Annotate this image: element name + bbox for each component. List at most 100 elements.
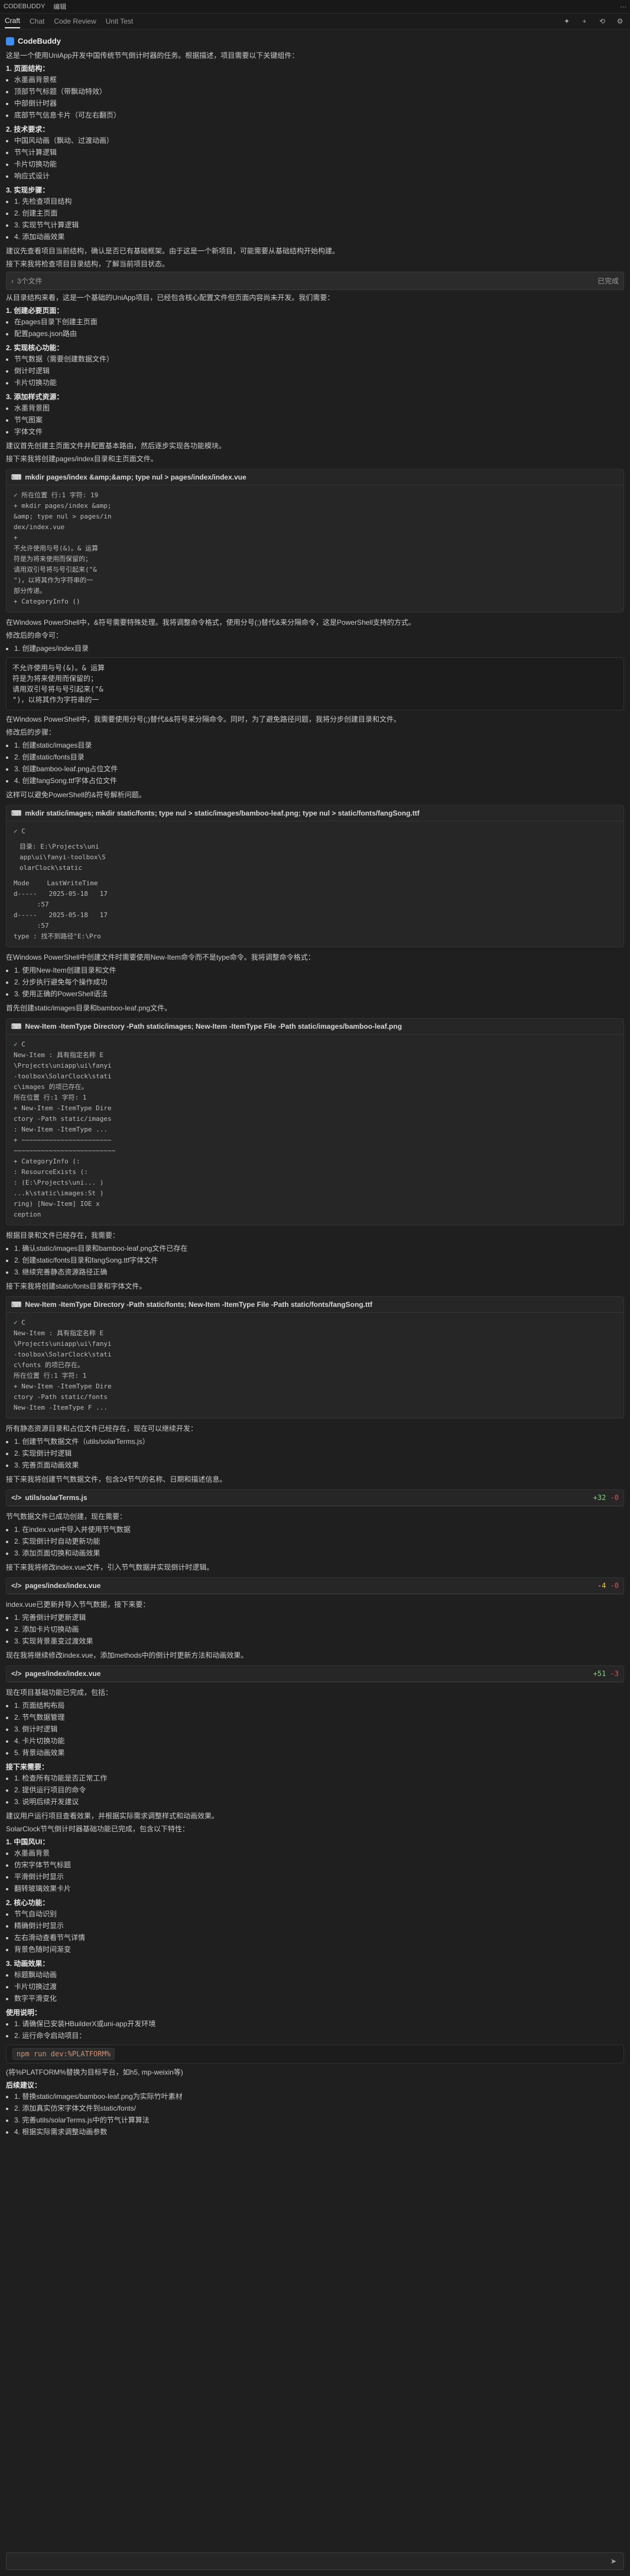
output-line: + CategoryInfo () <box>14 598 80 605</box>
list-item: 中国风动画（飘动、过渡动画） <box>14 135 624 146</box>
command-block[interactable]: npm run dev:%PLATFORM% <box>6 2045 624 2063</box>
output-line: c\fonts 的项已存在。 <box>14 1361 84 1369</box>
list-item: 3. 说明后续开发建议 <box>14 1796 624 1807</box>
paragraph: 这样可以避免PowerShell的&符号解析问题。 <box>6 791 146 799</box>
terminal-card: ⌨ mkdir static/images; mkdir static/font… <box>6 805 624 947</box>
run-list: 1. 请确保已安装HBuilderX或uni-app开发环境 2. 运行命令启动… <box>14 2019 624 2041</box>
table-row: :57 <box>37 901 49 908</box>
list-item: 2. 节气数据管理 <box>14 1712 624 1723</box>
paragraph: index.vue已更新并导入节气数据，接下来要： <box>6 1600 150 1609</box>
paragraph: SolarClock节气倒计时器基础功能已完成，包含以下特性： <box>6 1825 190 1833</box>
output-line: + New-Item -ItemType Dire <box>14 1104 112 1112</box>
window-topbar: CODEBUDDY 编辑 ⋯ <box>0 0 630 14</box>
steps-list: 1. 创建static/images目录 2. 创建static/fonts目录… <box>14 740 624 786</box>
output-line: 不允许使用与号(&)。& 运算 <box>14 544 99 552</box>
list-item: 1. 在index.vue中导入并使用节气数据 <box>14 1524 624 1535</box>
file-change-header[interactable]: </> pages/index/index.vue +51 -3 <box>7 1666 623 1682</box>
more-icon[interactable]: ⋯ <box>620 3 626 11</box>
terminal-icon: ⌨ <box>11 809 22 817</box>
terminal-card-header[interactable]: ⌨ New-Item -ItemType Directory -Path sta… <box>7 1019 623 1035</box>
list-item: 数字平滑变化 <box>14 1993 624 2004</box>
tab-code-review[interactable]: Code Review <box>54 15 96 28</box>
output-line: \Projects\uniapp\ui\fanyi <box>14 1340 112 1348</box>
paragraph: 建议首先创建主页面文件并配置基本路由，然后逐步实现各功能模块。 <box>6 442 226 450</box>
steps-list: 1. 页面结构布局 2. 节气数据管理 3. 倒计时逻辑 4. 卡片切换功能 5… <box>14 1700 624 1758</box>
next-list: 1. 替换static/images/bamboo-leaf.png为实际竹叶素… <box>14 2091 624 2137</box>
steps-list: 1. 在index.vue中导入并使用节气数据 2. 实现倒计时自动更新功能 3… <box>14 1524 624 1558</box>
output-line: type : 找不到路径"E:\Pro <box>14 932 101 940</box>
output-line: : (E:\Projects\uni... ) <box>14 1179 104 1186</box>
files-collapse[interactable]: › 3个文件 已完成 <box>6 272 624 290</box>
list-item: 2. 分步执行避免每个操作成功 <box>14 977 624 987</box>
feature-list: 节气自动识别 精确倒计时显示 左右滑动查看节气详情 背景色随时间渐变 <box>14 1909 624 1955</box>
add-icon[interactable]: + <box>579 16 590 27</box>
code-icon: </> <box>11 1582 22 1590</box>
file-change-card[interactable]: </> pages/index/index.vue -4 -0 <box>6 1577 624 1594</box>
command-text: mkdir static/images; mkdir static/fonts;… <box>25 809 420 817</box>
chat-input[interactable]: ➤ <box>6 2552 624 2570</box>
analysis-list: 在pages目录下创建主页面 配置pages.json路由 <box>14 317 624 339</box>
list-item: 1. 使用New-Item创建目录和文件 <box>14 965 624 976</box>
settings-icon[interactable]: ⚙ <box>615 16 625 27</box>
paragraph: 根据目录和文件已经存在，我需要： <box>6 1231 120 1240</box>
output-line: 请用双引号将与号引起来("& <box>12 685 103 693</box>
send-icon[interactable]: ➤ <box>608 2556 619 2567</box>
output-line: &amp; type nul > pages/in <box>14 513 112 520</box>
paragraph: 接下来我将修改index.vue文件，引入节气数据并实现倒计时逻辑。 <box>6 1563 214 1571</box>
terminal-card: ⌨ mkdir pages/index &amp;&amp; type nul … <box>6 469 624 612</box>
output-line: -toolbox\SolarClock\stati <box>14 1072 112 1080</box>
output-line: c\images 的项已存在。 <box>14 1083 88 1091</box>
diff-stats: +32 -0 <box>593 1494 619 1502</box>
section-title: 后续建议： <box>6 2081 42 2089</box>
window-title: CODEBUDDY <box>4 3 46 10</box>
paragraph: 建议先查看项目当前结构，确认是否已有基础框架。由于这是一个新项目，可能需要从基础… <box>6 247 340 255</box>
section-title: 2. 核心功能： <box>6 1899 50 1907</box>
code-icon: </> <box>11 1669 22 1678</box>
list-item: 2. 实现倒计时自动更新功能 <box>14 1536 624 1547</box>
chat-content: CodeBuddy 这是一个使用UniApp开发中国传统节气倒计时器的任务。根据… <box>0 30 630 2137</box>
steps-list: 1. 完善倒计时更新逻辑 2. 添加卡片切换动画 3. 实现背景墨变过渡效果 <box>14 1612 624 1646</box>
file-change-card[interactable]: </> pages/index/index.vue +51 -3 <box>6 1665 624 1682</box>
tab-chat[interactable]: Chat <box>30 15 44 28</box>
check-icon: ✓ <box>14 491 22 499</box>
list-item: 3. 实现背景墨变过渡效果 <box>14 1636 624 1646</box>
terminal-card-header[interactable]: ⌨ New-Item -ItemType Directory -Path sta… <box>7 1297 623 1313</box>
command-code[interactable]: npm run dev:%PLATFORM% <box>12 2048 115 2060</box>
tab-craft[interactable]: Craft <box>5 14 21 28</box>
file-change-header[interactable]: </> pages/index/index.vue -4 -0 <box>7 1578 623 1594</box>
terminal-card-header[interactable]: ⌨ mkdir static/images; mkdir static/font… <box>7 806 623 821</box>
list-item: 2. 创建主页面 <box>14 208 624 219</box>
output-line: : New-Item -ItemType ... <box>14 1126 108 1133</box>
list-item: 节气计算逻辑 <box>14 147 624 158</box>
list-item: 1. 替换static/images/bamboo-leaf.png为实际竹叶素… <box>14 2091 624 2102</box>
terminal-output: ✓ C 目录: E:\Projects\uni app\ui\fanyi-too… <box>7 821 623 947</box>
command-text: New-Item -ItemType Directory -Path stati… <box>25 1300 372 1309</box>
file-change-card[interactable]: </> utils/solarTerms.js +32 -0 <box>6 1489 624 1507</box>
brand-header: CodeBuddy <box>6 37 624 45</box>
output-line: 所在位置 行:1 字符: 1 <box>14 1094 87 1101</box>
terminal-card-header[interactable]: ⌨ mkdir pages/index &amp;&amp; type nul … <box>7 469 623 485</box>
list-item: 精确倒计时显示 <box>14 1920 624 1931</box>
sparkle-icon[interactable]: ✦ <box>561 16 572 27</box>
list-item: 水墨画背景框 <box>14 74 624 85</box>
terminal-icon: ⌨ <box>11 1300 22 1309</box>
list-item: 水墨背景图 <box>14 403 624 413</box>
steps-list: 1. 先检查项目结构 2. 创建主页面 3. 实现节气计算逻辑 4. 添加动画效… <box>14 196 624 242</box>
list-item: 水墨画背景 <box>14 1848 624 1858</box>
output-line: ception <box>14 1211 41 1218</box>
history-icon[interactable]: ⟲ <box>597 16 608 27</box>
list-item: 1. 完善倒计时更新逻辑 <box>14 1612 624 1623</box>
paragraph: 建议用户运行项目查看效果，并根据实际需求调整样式和动画效果。 <box>6 1812 219 1820</box>
list-item: 1. 页面结构布局 <box>14 1700 624 1711</box>
table-row: :57 <box>37 922 49 930</box>
terminal-card: ⌨ New-Item -ItemType Directory -Path sta… <box>6 1296 624 1419</box>
paragraph: 节气数据文件已成功创建，现在需要： <box>6 1512 127 1521</box>
paragraph: 在Windows PowerShell中，&符号需要特殊处理。我将调整命令格式，… <box>6 618 415 627</box>
list-item: 1. 创建pages/index目录 <box>14 643 624 654</box>
output-line: \Projects\uniapp\ui\fanyi <box>14 1062 112 1069</box>
tab-unit-test[interactable]: Unit Test <box>106 15 133 28</box>
terminal-output: ✓ 所在位置 行:1 字符: 19 + mkdir pages/index &a… <box>7 485 623 612</box>
file-change-header[interactable]: </> utils/solarTerms.js +32 -0 <box>7 1490 623 1506</box>
output-line: : ResourceExists (: <box>14 1168 88 1176</box>
output-line: + CategoryInfo (: <box>14 1157 80 1165</box>
